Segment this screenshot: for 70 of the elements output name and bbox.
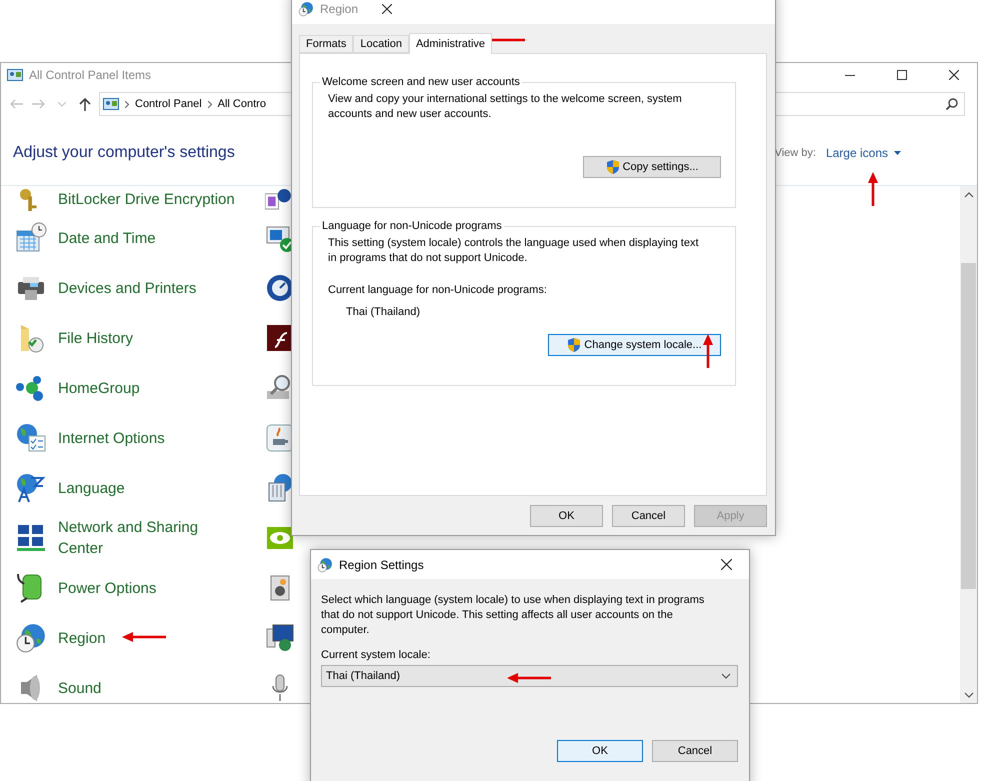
group-description: This setting (system locale) controls the language used when displaying text in programs that do not support Unicode. [328, 236, 700, 266]
group-description: View and copy your international settings to the welcome screen, system accounts and new user accounts. [328, 92, 683, 122]
control-panel-icon [7, 69, 23, 81]
window-title: All Control Panel Items [29, 68, 152, 82]
control-panel-item[interactable]: HomeGroup [58, 378, 140, 398]
dialog-button[interactable]: OK [557, 740, 643, 762]
control-panel-item[interactable]: File History [58, 328, 134, 348]
tab[interactable]: Location [353, 35, 409, 53]
control-panel-item[interactable]: Power Options [58, 578, 156, 598]
maximize-icon [897, 70, 907, 80]
scroll-thumb[interactable] [961, 263, 976, 589]
shield-icon [567, 337, 582, 353]
control-panel-item[interactable]: Internet Options [58, 428, 165, 448]
view-by-dropdown[interactable]: Large icons [826, 146, 901, 160]
globe-letter-icon [15, 472, 47, 504]
pointer-arrow [507, 673, 551, 683]
control-panel-item[interactable]: Network and Sharing Center [58, 517, 238, 559]
close-icon [720, 559, 732, 570]
globe-clock-icon [317, 556, 333, 572]
search-icon [946, 98, 958, 110]
dialog-description: Select which language (system locale) to use when displaying text in programs that do not support Unicode. This setting affects all user accounts on the computer. [321, 593, 706, 638]
page-heading: Adjust your computer's settings [13, 144, 235, 162]
monitor-icon [265, 623, 295, 653]
view-by-label: View by: [774, 147, 816, 159]
tab[interactable]: Formats [299, 35, 354, 53]
control-panel-item[interactable]: BitLocker Drive Encryption [58, 189, 235, 210]
caret-icon [58, 102, 66, 106]
locale-label: Current system locale: [321, 649, 432, 661]
chevron-icon [208, 100, 212, 108]
breadcrumb[interactable]: All Contro [218, 98, 266, 110]
tab[interactable]: Administrative [408, 33, 492, 54]
chevron-icon [125, 100, 129, 108]
dialog-title: Region [320, 2, 358, 16]
dialog-button[interactable]: Cancel [652, 740, 738, 762]
pointer-arrow [868, 172, 878, 206]
breadcrumb[interactable]: Control Panel [135, 98, 202, 110]
admin-button[interactable]: Change system locale... [548, 334, 721, 356]
control-panel-item[interactable]: Sound [58, 678, 102, 698]
dialog-button[interactable]: OK [530, 505, 603, 527]
current-language-label: Current language for non-Unicode programs: [328, 283, 548, 298]
pointer-arrow [703, 334, 713, 368]
minimize-icon [845, 74, 855, 76]
group-title: Language for non-Unicode programs [321, 220, 503, 232]
dialog-title: Region Settings [339, 558, 425, 572]
admin-button[interactable]: Copy settings... [583, 156, 721, 178]
control-panel-item[interactable]: Region [58, 628, 106, 648]
pointer-arrow [122, 632, 166, 642]
scrollbar[interactable] [960, 186, 977, 703]
shield-icon [606, 159, 620, 175]
chevron-down-icon [964, 692, 974, 698]
caret-icon [894, 151, 901, 155]
control-panel-item[interactable]: Language [58, 478, 125, 498]
globe-list-icon [15, 422, 47, 454]
network-icon [15, 522, 47, 554]
locale-dropdown[interactable]: Thai (Thailand) [321, 665, 738, 687]
calendar-clock-icon [15, 222, 47, 254]
chevron-up-icon [964, 192, 974, 198]
dialog-button[interactable]: Cancel [612, 505, 685, 527]
group-title: Welcome screen and new user accounts [321, 76, 521, 88]
control-panel-item[interactable]: Devices and Printers [58, 278, 196, 298]
close-icon [382, 4, 392, 14]
control-panel-item[interactable]: Date and Time [58, 228, 156, 248]
current-language-value: Thai (Thailand) [346, 306, 421, 318]
back-arrow-icon [9, 99, 23, 109]
up-arrow-icon [79, 97, 91, 111]
globe-clock-icon [15, 622, 47, 654]
close-icon [949, 70, 959, 80]
control-panel-icon [103, 98, 119, 110]
chevron-down-icon [721, 673, 731, 679]
forward-arrow-icon [32, 99, 46, 109]
